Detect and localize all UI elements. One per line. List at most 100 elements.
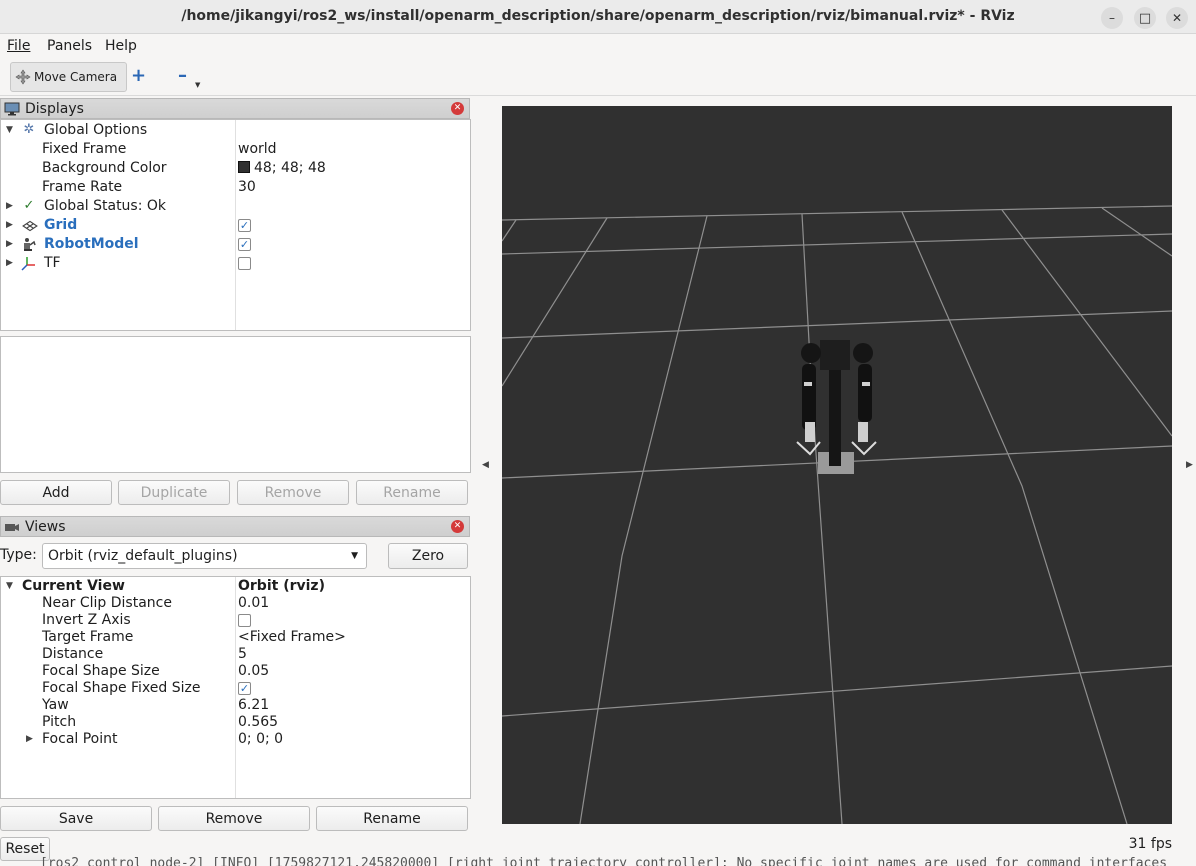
tree-row-label: Yaw xyxy=(42,697,69,713)
expand-arrow-icon[interactable]: ▼ xyxy=(6,125,13,135)
tree-row-label: Global Status: Ok xyxy=(44,198,167,214)
tree-row-global-status[interactable]: ▶ ✓ Global Status: Ok xyxy=(1,197,469,216)
robotmodel-enabled-checkbox[interactable]: ✓ xyxy=(238,238,251,251)
view-type-value: Orbit (rviz_default_plugins) xyxy=(48,548,238,564)
tf-enabled-checkbox[interactable] xyxy=(238,257,251,270)
add-display-button[interactable]: Add xyxy=(0,480,112,505)
pitch-value[interactable]: 0.565 xyxy=(238,714,278,730)
distance-value[interactable]: 5 xyxy=(238,646,247,662)
chevron-down-icon[interactable]: ▼ xyxy=(195,81,200,89)
axes-icon xyxy=(21,257,35,271)
menu-help[interactable]: Help xyxy=(105,38,137,54)
menu-bar: File Panels Help xyxy=(0,35,1196,59)
views-tree: ▼ Current View Orbit (rviz) Near Clip Di… xyxy=(0,576,471,799)
color-swatch xyxy=(238,161,250,173)
menu-panels[interactable]: Panels xyxy=(47,38,92,54)
render-viewport[interactable] xyxy=(502,106,1172,824)
tree-row-label: Fixed Frame xyxy=(42,141,127,157)
duplicate-display-button[interactable]: Duplicate xyxy=(118,480,230,505)
views-panel-title: Views xyxy=(25,518,66,535)
log-text: [ros2_control_node-2] [INFO] [1759827121… xyxy=(40,856,1168,866)
grid-render xyxy=(502,205,1172,824)
expand-arrow-icon[interactable]: ▶ xyxy=(6,239,13,249)
minimize-button[interactable]: – xyxy=(1101,7,1123,29)
robot-icon xyxy=(24,238,36,251)
tree-row-label: Distance xyxy=(42,646,104,662)
zero-view-button[interactable]: Zero xyxy=(388,543,468,569)
tree-row-fixed-frame[interactable]: Fixed Frame world xyxy=(1,140,469,159)
remove-tool-button[interactable]: – xyxy=(178,67,196,85)
tree-row-global-options[interactable]: ▼ ✲ Global Options xyxy=(1,121,469,140)
tree-row-label: Global Options xyxy=(44,122,148,138)
move-camera-button[interactable]: Move Camera xyxy=(10,62,127,92)
rename-view-button[interactable]: Rename xyxy=(316,806,468,831)
menu-panels-label: Panels xyxy=(47,38,93,54)
tree-row-frame-rate[interactable]: Frame Rate 30 xyxy=(1,178,469,197)
frame-rate-value[interactable]: 30 xyxy=(238,179,256,195)
tree-row-label: RobotModel xyxy=(44,236,139,252)
focal-shape-size-value[interactable]: 0.05 xyxy=(238,663,269,679)
chevron-down-icon: ▼ xyxy=(351,551,358,561)
invert-z-checkbox[interactable] xyxy=(238,614,251,627)
tree-row-label: Target Frame xyxy=(42,629,134,645)
monitor-icon xyxy=(4,102,20,115)
collapse-left-icon[interactable]: ◀ xyxy=(482,460,489,470)
background-color-text: 48; 48; 48 xyxy=(254,160,326,176)
grid-icon xyxy=(22,220,38,232)
tree-row-label: Near Clip Distance xyxy=(42,595,172,611)
property-description-area xyxy=(0,336,471,473)
tree-row-label: Invert Z Axis xyxy=(42,612,131,628)
menu-file[interactable]: File xyxy=(7,38,30,54)
menu-file-label: File xyxy=(7,38,31,54)
grid-enabled-checkbox[interactable]: ✓ xyxy=(238,219,251,232)
displays-panel-header: Displays ✕ xyxy=(0,98,470,119)
window-title: /home/jikangyi/ros2_ws/install/openarm_d… xyxy=(181,8,1015,24)
collapse-right-icon[interactable]: ▶ xyxy=(1186,460,1193,470)
view-type-select[interactable]: Orbit (rviz_default_plugins) ▼ xyxy=(42,543,367,569)
expand-arrow-icon[interactable]: ▼ xyxy=(6,581,13,591)
move-camera-icon xyxy=(15,69,31,85)
focal-point-value[interactable]: 0; 0; 0 xyxy=(238,731,283,747)
tree-row-grid[interactable]: ▶ Grid ✓ xyxy=(1,216,469,235)
maximize-button[interactable]: □ xyxy=(1134,7,1156,29)
expand-arrow-icon[interactable]: ▶ xyxy=(6,201,13,211)
rename-display-button[interactable]: Rename xyxy=(356,480,468,505)
tree-row-focal-point[interactable]: ▶ Focal Point 0; 0; 0 xyxy=(1,730,469,749)
tree-row-label: Focal Shape Fixed Size xyxy=(42,680,201,696)
views-panel-header: Views ✕ xyxy=(0,516,470,537)
tree-row-background-color[interactable]: Background Color 48; 48; 48 xyxy=(1,159,469,178)
add-tool-button[interactable]: + xyxy=(131,67,149,85)
background-color-value[interactable]: 48; 48; 48 xyxy=(238,160,326,176)
target-frame-value[interactable]: <Fixed Frame> xyxy=(238,629,346,645)
close-window-button[interactable]: ✕ xyxy=(1166,7,1188,29)
fps-readout: 31 fps xyxy=(1128,836,1172,852)
tree-row-label: Pitch xyxy=(42,714,77,730)
close-views-panel-icon[interactable]: ✕ xyxy=(451,520,464,533)
displays-tree: ▼ ✲ Global Options Fixed Frame world Bac… xyxy=(0,119,471,331)
save-view-button[interactable]: Save xyxy=(0,806,152,831)
focal-shape-fixed-checkbox[interactable]: ✓ xyxy=(238,682,251,695)
remove-display-button[interactable]: Remove xyxy=(237,480,349,505)
fixed-frame-value[interactable]: world xyxy=(238,141,277,157)
tree-row-label: Background Color xyxy=(42,160,167,176)
current-view-value: Orbit (rviz) xyxy=(238,578,325,594)
tree-row-label: Current View xyxy=(22,578,125,594)
checkmark-icon: ✓ xyxy=(23,198,35,213)
camera-icon xyxy=(5,523,19,531)
remove-view-button[interactable]: Remove xyxy=(158,806,310,831)
tree-row-label: Focal Shape Size xyxy=(42,663,160,679)
tree-row-robotmodel[interactable]: ▶ RobotModel ✓ xyxy=(1,235,469,254)
yaw-value[interactable]: 6.21 xyxy=(238,697,269,713)
tree-row-label: Focal Point xyxy=(42,731,118,747)
close-displays-panel-icon[interactable]: ✕ xyxy=(451,102,464,115)
expand-arrow-icon[interactable]: ▶ xyxy=(6,258,13,268)
tree-row-label: Grid xyxy=(44,217,78,233)
near-clip-value[interactable]: 0.01 xyxy=(238,595,269,611)
tree-row-tf[interactable]: ▶ TF xyxy=(1,254,469,273)
expand-arrow-icon[interactable]: ▶ xyxy=(26,734,33,744)
view-type-label: Type: xyxy=(0,547,37,563)
menu-help-label: Help xyxy=(105,38,137,54)
title-bar: /home/jikangyi/ros2_ws/install/openarm_d… xyxy=(0,0,1196,34)
toolbar: Move Camera + – ▼ xyxy=(0,59,1196,96)
expand-arrow-icon[interactable]: ▶ xyxy=(6,220,13,230)
